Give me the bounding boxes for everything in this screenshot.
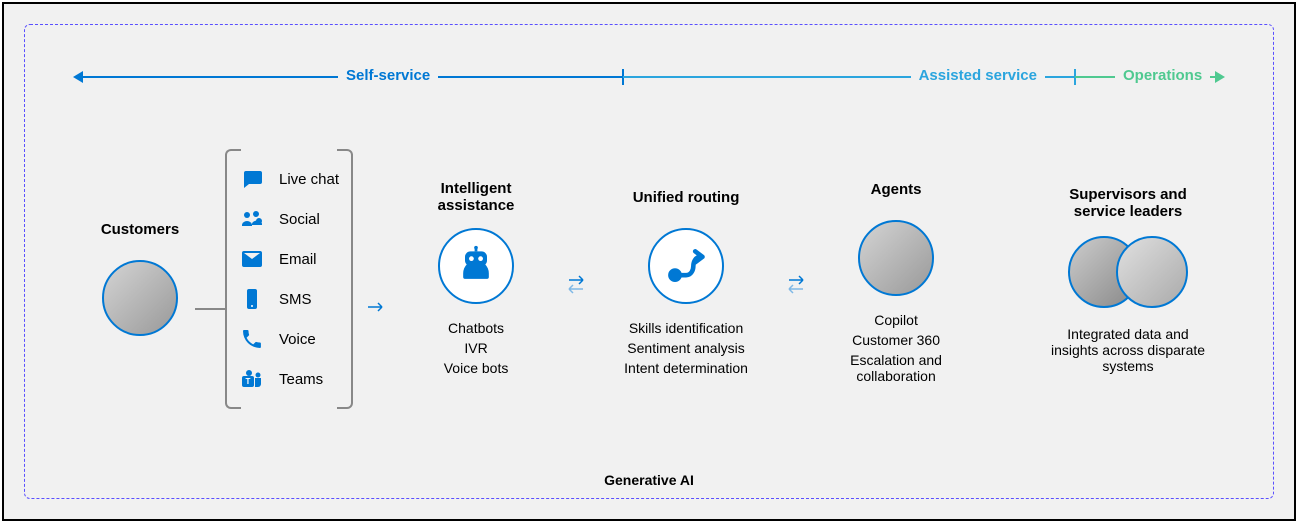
generative-ai-label: Generative AI [594,472,704,488]
channel-label: SMS [279,291,312,308]
intelligent-items: Chatbots IVR Voice bots [444,316,509,380]
self-service-label: Self-service [338,67,438,84]
social-icon [239,207,265,231]
channel-voice: Voice [239,319,339,359]
assisted-service-bar: Assisted service [623,76,1075,78]
bidirectional-arrows [551,271,601,297]
channel-label: Teams [279,371,323,388]
agents-title: Agents [871,170,922,208]
teams-icon: T [239,367,265,391]
item: Customer 360 [821,332,971,348]
item: Copilot [821,312,971,328]
top-service-bar: Self-service Assisted service Operations [83,65,1215,89]
bot-icon [454,244,498,288]
channels-list: Live chat Social Email SMS Voice [225,149,353,409]
customer-avatar [102,260,178,336]
arrow-right-icon [353,300,401,318]
agents-items: Copilot Customer 360 Escalation and coll… [821,308,971,388]
intelligent-title: Intelligent assistance [401,178,551,216]
unified-routing-column: Unified routing Skills identification Se… [601,178,771,380]
voice-icon [239,327,265,351]
channel-teams: T Teams [239,359,339,399]
diagram-content: Customers Live chat Social Email [85,110,1213,448]
agents-column: Agents Copilot Customer 360 Escalation a… [821,170,971,388]
channel-live-chat: Live chat [239,159,339,199]
channel-label: Email [279,251,317,268]
assisted-service-label: Assisted service [911,67,1045,84]
line-connector [195,308,225,310]
diagram-outer-border: Self-service Assisted service Operations… [2,2,1296,521]
item: Sentiment analysis [624,340,748,356]
intelligent-assistance-column: Intelligent assistance Chatbots IVR Voic… [401,178,551,380]
email-icon [239,247,265,271]
item: Chatbots [444,320,509,336]
arrow-right-icon [1215,71,1225,83]
item: Escalation and collaboration [821,352,971,384]
routing-items: Skills identification Sentiment analysis… [624,316,748,380]
item: Voice bots [444,360,509,376]
routing-circle [648,228,724,304]
supervisors-title: Supervisors and service leaders [1043,184,1213,222]
bot-circle [438,228,514,304]
supervisor-avatars [1068,234,1188,314]
channel-label: Voice [279,331,316,348]
channel-email: Email [239,239,339,279]
item: Intent determination [624,360,748,376]
svg-text:T: T [246,377,251,386]
item: IVR [444,340,509,356]
channel-sms: SMS [239,279,339,319]
supervisors-description: Integrated data and insights across disp… [1043,326,1213,374]
self-service-bar: Self-service [83,76,623,78]
operations-label: Operations [1115,67,1210,84]
channel-label: Social [279,211,320,228]
channel-social: Social [239,199,339,239]
operations-bar: Operations [1075,76,1215,78]
arrow-left-icon [73,71,83,83]
customers-column: Customers [85,210,195,348]
chat-icon [239,167,265,191]
channel-label: Live chat [279,171,339,188]
diagram-dashed-border: Self-service Assisted service Operations… [24,24,1274,499]
customers-title: Customers [101,210,179,248]
sms-icon [239,287,265,311]
agent-avatar [858,220,934,296]
routing-title: Unified routing [633,178,740,216]
routing-icon [664,244,708,288]
bidirectional-arrows [771,271,821,297]
item: Skills identification [624,320,748,336]
supervisors-column: Supervisors and service leaders Integrat… [1043,184,1213,374]
supervisor-avatar [1116,236,1188,308]
